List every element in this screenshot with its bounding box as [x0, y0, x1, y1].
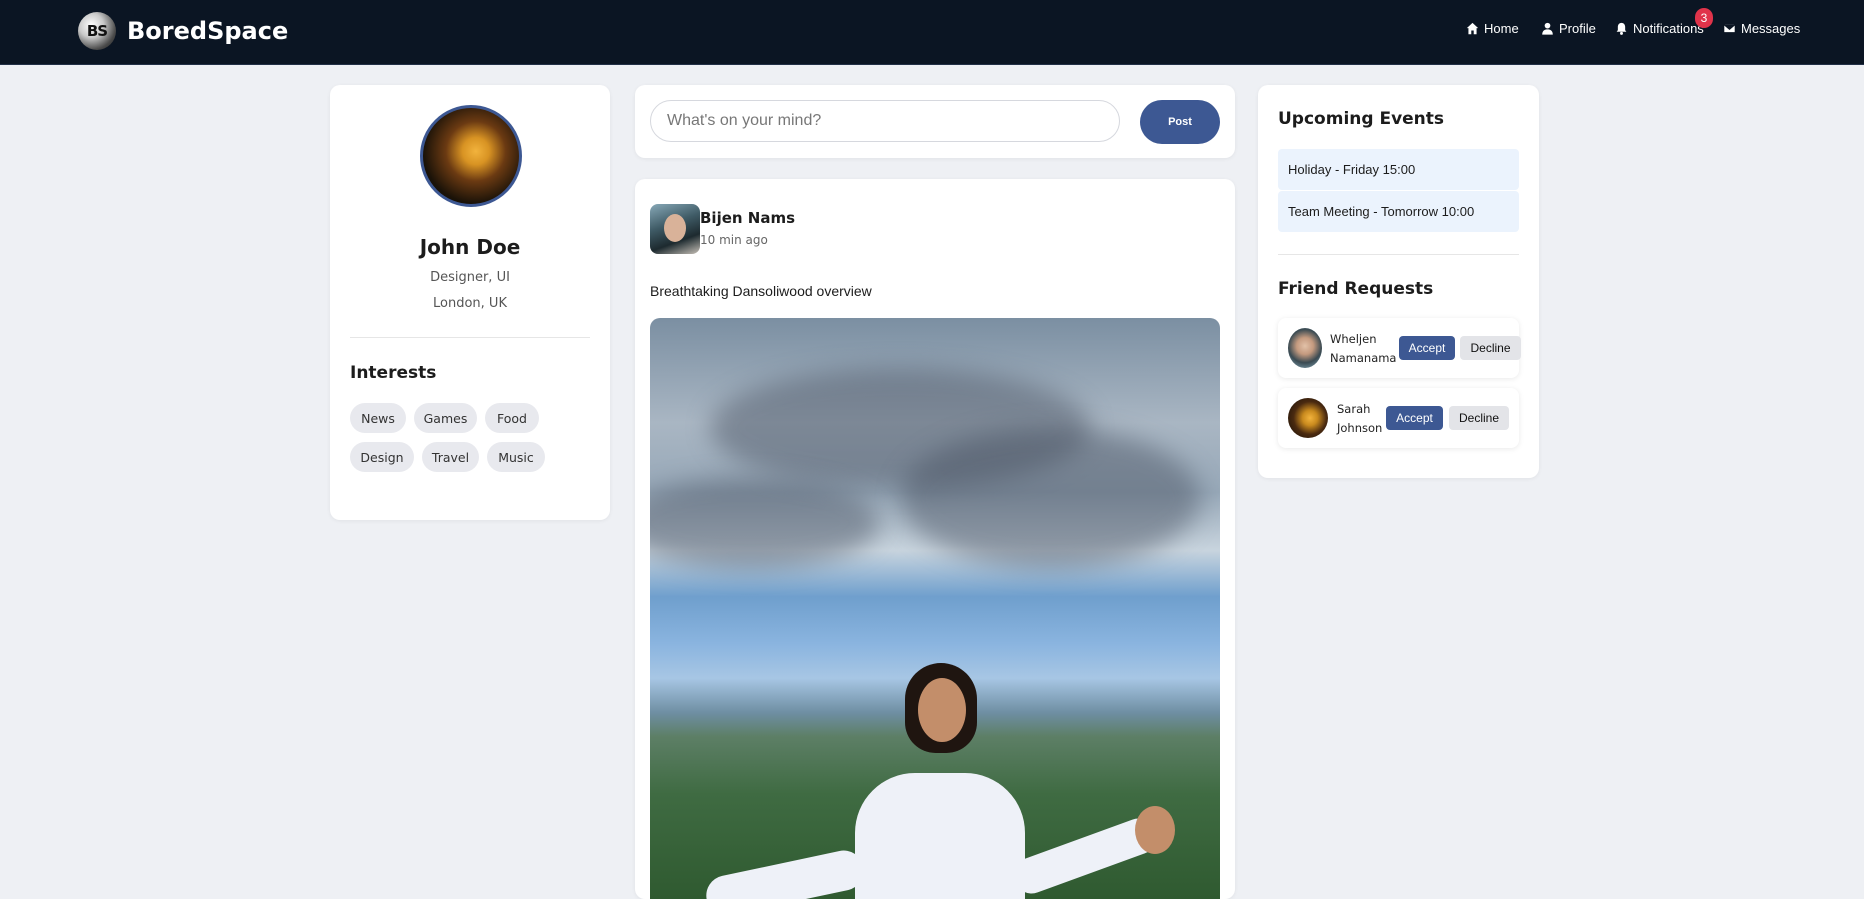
- events-divider: [1278, 254, 1519, 255]
- accept-button[interactable]: Accept: [1399, 336, 1455, 360]
- interest-tag[interactable]: Games: [414, 403, 477, 433]
- nav-home-label: Home: [1484, 21, 1519, 36]
- friend-request: Wheljen Namanama Accept Decline: [1278, 318, 1521, 378]
- profile-location: London, UK: [433, 296, 507, 311]
- home-icon: [1466, 22, 1479, 35]
- nav-messages[interactable]: Messages: [1723, 21, 1800, 36]
- profile-avatar[interactable]: [420, 105, 522, 207]
- friend-request-name: Sarah Johnson: [1337, 402, 1383, 435]
- post-photo[interactable]: [650, 318, 1220, 899]
- nav-messages-label: Messages: [1741, 21, 1801, 36]
- profile-divider: [350, 337, 590, 338]
- friend-request-name: Wheljen Namanama: [1330, 332, 1397, 365]
- nav-notifications[interactable]: Notifications: [1615, 21, 1704, 36]
- post-author-name[interactable]: Bijen Nams: [700, 209, 795, 227]
- post-author-avatar[interactable]: [650, 204, 700, 254]
- user-icon: [1542, 22, 1553, 35]
- post-button[interactable]: Post: [1140, 100, 1220, 144]
- events-title: Upcoming Events: [1278, 109, 1445, 129]
- bell-icon: [1616, 22, 1627, 35]
- friend-requests-title: Friend Requests: [1278, 279, 1434, 299]
- envelope-icon: [1723, 23, 1736, 34]
- nav-home[interactable]: Home: [1466, 21, 1519, 36]
- event-item[interactable]: Holiday - Friday 15:00: [1278, 149, 1519, 190]
- accept-button[interactable]: Accept: [1386, 406, 1443, 430]
- friend-request: Sarah Johnson Accept Decline: [1278, 388, 1519, 448]
- post-input[interactable]: [650, 100, 1120, 142]
- friend-request-avatar[interactable]: [1288, 398, 1328, 438]
- interest-tag[interactable]: Travel: [422, 442, 479, 472]
- profile-role: Designer, UI: [430, 270, 510, 285]
- top-navbar: BS BoredSpace Home Profile Notifications…: [0, 0, 1864, 65]
- interest-tag[interactable]: Music: [487, 442, 545, 472]
- brand-logo: BS: [78, 12, 116, 50]
- profile-name: John Doe: [419, 235, 521, 259]
- nav-profile[interactable]: Profile: [1541, 21, 1596, 36]
- post-timestamp: 10 min ago: [700, 233, 768, 247]
- friend-request-avatar[interactable]: [1288, 328, 1322, 368]
- event-item[interactable]: Team Meeting - Tomorrow 10:00: [1278, 191, 1519, 232]
- post-text: Breathtaking Dansoliwood overview: [650, 283, 872, 299]
- decline-button[interactable]: Decline: [1449, 406, 1509, 430]
- interests-title: Interests: [350, 363, 437, 383]
- interest-tag[interactable]: Food: [485, 403, 539, 433]
- profile-card: John Doe Designer, UI London, UK Interes…: [330, 85, 610, 520]
- decline-button[interactable]: Decline: [1460, 336, 1521, 360]
- interest-tag[interactable]: News: [350, 403, 406, 433]
- brand[interactable]: BS BoredSpace: [78, 12, 288, 50]
- right-sidebar-card: Upcoming Events Holiday - Friday 15:00 T…: [1258, 85, 1539, 478]
- notification-count-badge: 3: [1695, 8, 1713, 28]
- nav-profile-label: Profile: [1559, 21, 1596, 36]
- brand-name: BoredSpace: [127, 17, 289, 45]
- interest-tag[interactable]: Design: [350, 442, 414, 472]
- post-composer: Post: [635, 85, 1235, 158]
- feed-post: Bijen Nams 10 min ago Breathtaking Danso…: [635, 179, 1235, 899]
- nav-notifications-label: Notifications: [1633, 21, 1704, 36]
